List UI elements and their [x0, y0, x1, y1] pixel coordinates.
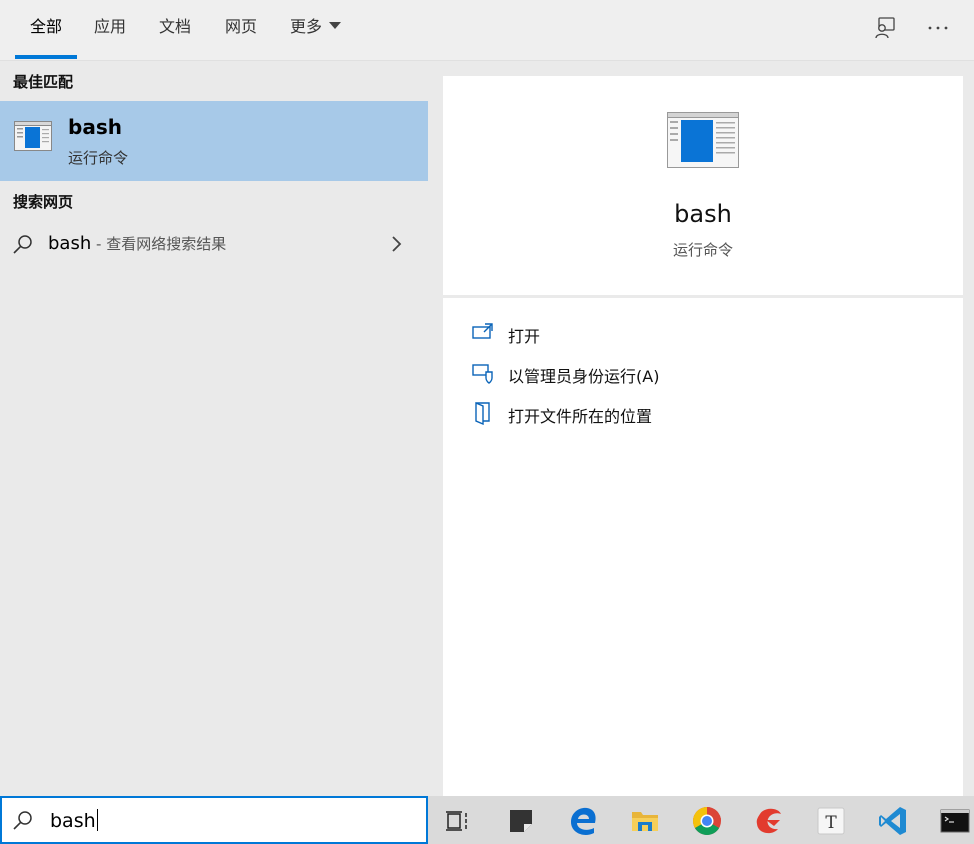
tab-all[interactable]: 全部 — [30, 0, 62, 60]
preview-card: bash 运行命令 — [443, 76, 963, 295]
open-icon — [471, 321, 495, 345]
text-cursor — [96, 809, 98, 831]
search-input-text: bash — [50, 810, 96, 832]
tab-web[interactable]: 网页 — [225, 0, 257, 60]
best-match-name: bash — [68, 115, 122, 139]
open-file-location-label: 打开文件所在的位置 — [508, 407, 653, 426]
wps-icon[interactable] — [752, 804, 786, 838]
tab-more[interactable]: 更多 — [290, 0, 342, 60]
web-search-item[interactable]: bash - 查看网络搜索结果 — [0, 225, 428, 265]
run-command-large-icon — [667, 112, 739, 168]
open-action-label: 打开 — [508, 327, 541, 346]
edge-icon[interactable] — [566, 804, 600, 838]
run-command-app-icon — [14, 121, 52, 151]
svg-text:T: T — [825, 813, 837, 833]
search-input[interactable]: bash — [0, 796, 428, 844]
feedback-icon[interactable] — [873, 16, 897, 40]
chevron-right-icon[interactable] — [388, 234, 406, 254]
open-file-location-icon — [471, 401, 495, 426]
web-search-suffix: - 查看网络搜索结果 — [91, 235, 227, 253]
search-scope-tabs: 全部 应用 文档 网页 更多 — [0, 0, 974, 61]
open-action[interactable]: 打开 — [471, 319, 951, 349]
active-tab-indicator — [15, 55, 77, 59]
vscode-icon[interactable] — [876, 804, 910, 838]
sticky-notes-icon[interactable] — [504, 804, 538, 838]
tab-more-label: 更多 — [290, 17, 323, 36]
more-options-icon[interactable] — [926, 16, 950, 40]
web-search-query: bash — [48, 233, 92, 254]
preview-title: bash — [674, 200, 732, 228]
tab-documents[interactable]: 文档 — [159, 0, 191, 60]
chevron-down-icon — [329, 22, 342, 29]
chrome-icon[interactable] — [690, 804, 724, 838]
run-as-admin-label: 以管理员身份运行(A) — [508, 367, 660, 386]
preview-subtitle: 运行命令 — [672, 241, 733, 259]
terminal-icon[interactable] — [938, 804, 972, 838]
search-icon — [12, 809, 34, 831]
tab-apps[interactable]: 应用 — [94, 0, 126, 60]
open-file-location-action[interactable]: 打开文件所在的位置 — [471, 399, 951, 429]
run-as-admin-action[interactable]: 以管理员身份运行(A) — [471, 359, 951, 389]
task-view-icon[interactable] — [441, 804, 475, 838]
best-match-subtitle: 运行命令 — [68, 149, 129, 167]
run-as-admin-icon — [471, 361, 495, 385]
actions-list: 打开 以管理员身份运行(A) 打开文件所在的位置 — [443, 298, 963, 796]
search-input-value: bash — [50, 809, 98, 832]
search-icon — [12, 233, 34, 255]
file-explorer-icon[interactable] — [628, 804, 662, 838]
web-search-text: bash - 查看网络搜索结果 — [48, 233, 226, 254]
best-match-heading: 最佳匹配 — [13, 73, 74, 91]
best-match-item[interactable]: bash 运行命令 — [0, 101, 428, 181]
typora-icon[interactable]: T — [814, 804, 848, 838]
web-search-heading: 搜索网页 — [13, 193, 74, 211]
